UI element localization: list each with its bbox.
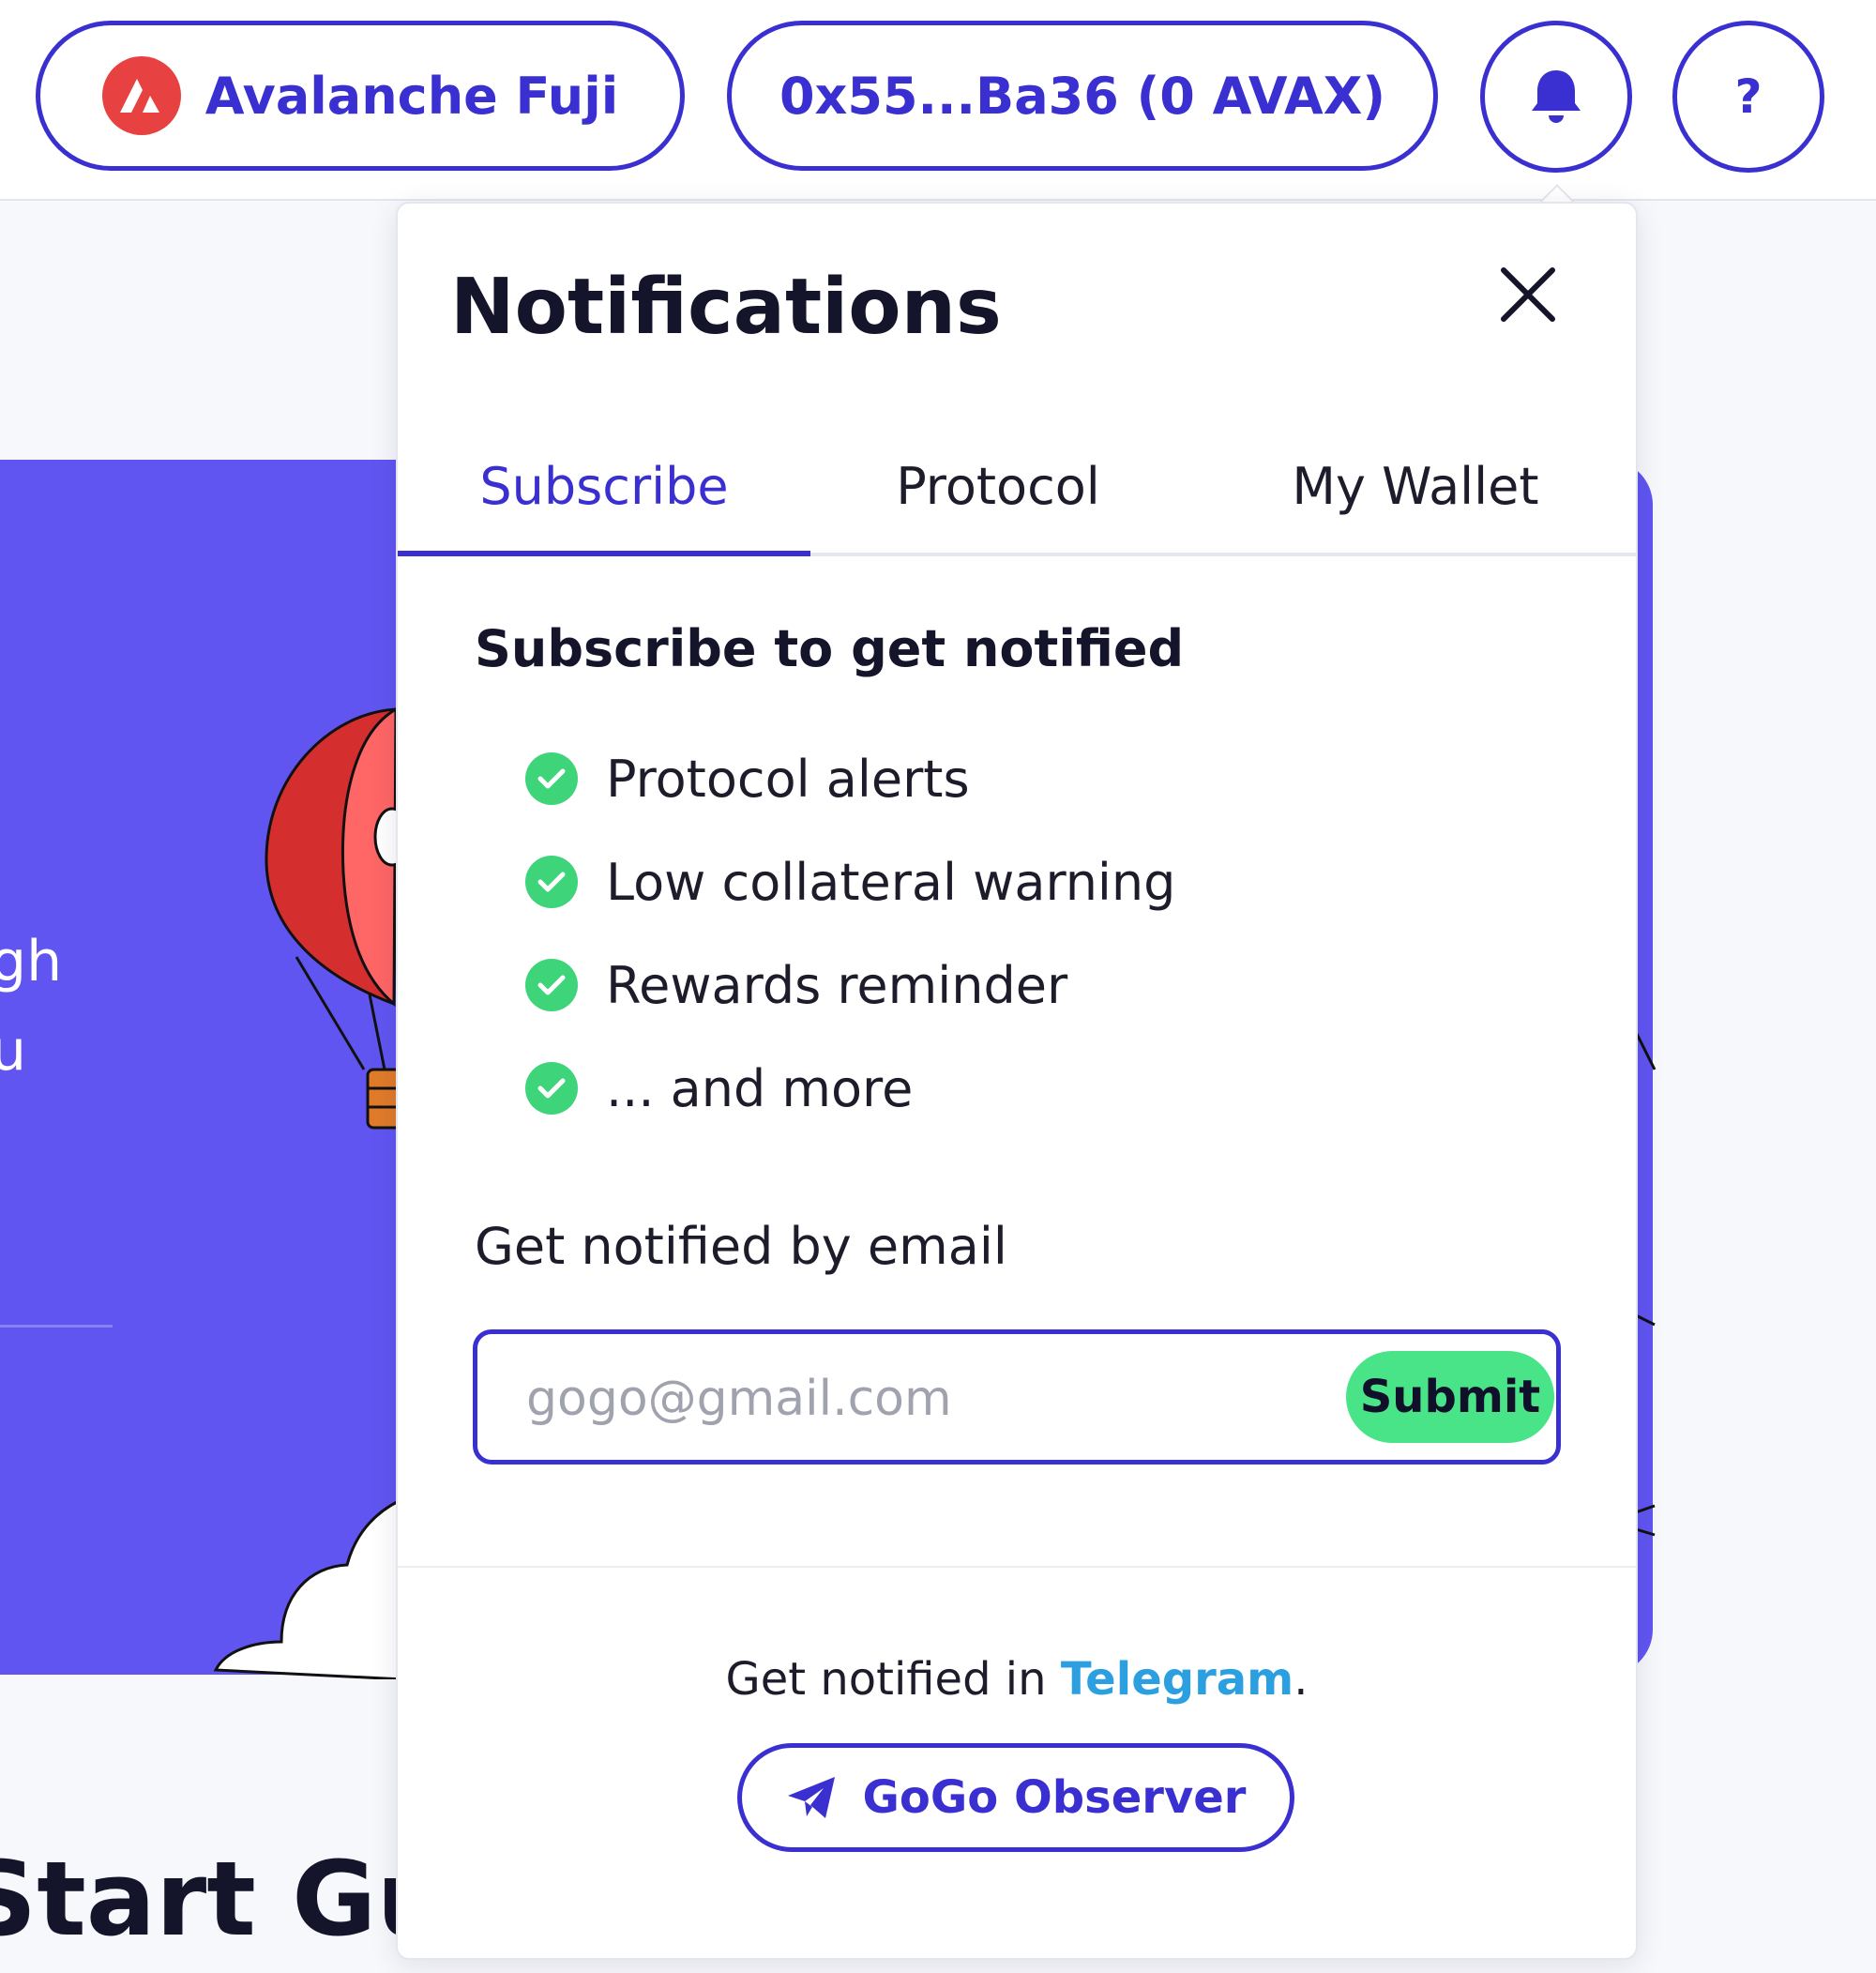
popover-title: Notifications <box>450 263 1002 352</box>
feature-label: Low collateral warning <box>606 852 1176 912</box>
hero-text-fragment: u <box>0 1018 27 1084</box>
wallet-label: 0x55...Ba36 (0 AVAX) <box>779 66 1386 126</box>
active-tab-indicator <box>398 551 810 556</box>
top-bar: Avalanche Fuji 0x55...Ba36 (0 AVAX) ? <box>0 0 1876 201</box>
list-item: ... and more <box>525 1055 913 1121</box>
section-title: Subscribe to get notified <box>475 619 1185 678</box>
hot-air-balloon-illustration <box>265 706 403 1130</box>
cloud-illustration <box>213 1498 403 1679</box>
hero-divider <box>0 1325 113 1328</box>
telegram-plane-icon <box>787 1777 835 1818</box>
gogo-observer-label: GoGo Observer <box>862 1771 1247 1824</box>
hero-text-fragment: gh <box>0 929 63 994</box>
list-item: Protocol alerts <box>525 746 970 812</box>
help-label: ? <box>1734 69 1763 124</box>
telegram-link[interactable]: Telegram <box>1061 1653 1294 1706</box>
email-field[interactable] <box>524 1360 1278 1437</box>
list-item: Low collateral warning <box>525 849 1175 915</box>
wallet-button[interactable]: 0x55...Ba36 (0 AVAX) <box>727 21 1438 171</box>
close-button[interactable] <box>1495 262 1561 327</box>
check-circle-icon <box>525 752 578 805</box>
check-circle-icon <box>525 959 578 1011</box>
check-circle-icon <box>525 856 578 908</box>
notifications-button[interactable] <box>1480 21 1632 173</box>
email-label: Get notified by email <box>475 1217 1007 1276</box>
check-circle-icon <box>525 1062 578 1115</box>
tab-subscribe[interactable]: Subscribe <box>435 457 773 532</box>
bell-icon <box>1532 70 1581 123</box>
notifications-popover: Notifications Subscribe Protocol My Wall… <box>396 202 1638 1960</box>
list-item: Rewards reminder <box>525 952 1067 1018</box>
feature-label: Protocol alerts <box>606 749 970 809</box>
divider <box>398 1566 1636 1568</box>
tab-my-wallet[interactable]: My Wallet <box>1242 457 1589 532</box>
telegram-prompt: Get notified in Telegram. <box>398 1653 1636 1706</box>
network-button[interactable]: Avalanche Fuji <box>36 21 685 171</box>
avalanche-logo-icon <box>101 56 181 135</box>
feature-label: Rewards reminder <box>606 955 1068 1015</box>
feature-label: ... and more <box>606 1058 914 1118</box>
telegram-suffix: . <box>1294 1653 1309 1706</box>
email-form: Submit <box>473 1329 1561 1465</box>
tab-protocol[interactable]: Protocol <box>839 457 1157 532</box>
gogo-observer-button[interactable]: GoGo Observer <box>737 1743 1294 1852</box>
submit-button[interactable]: Submit <box>1346 1351 1554 1443</box>
close-icon <box>1501 267 1555 322</box>
help-button[interactable]: ? <box>1672 21 1824 173</box>
network-label: Avalanche Fuji <box>204 66 619 126</box>
telegram-prefix: Get notified in <box>725 1653 1061 1706</box>
